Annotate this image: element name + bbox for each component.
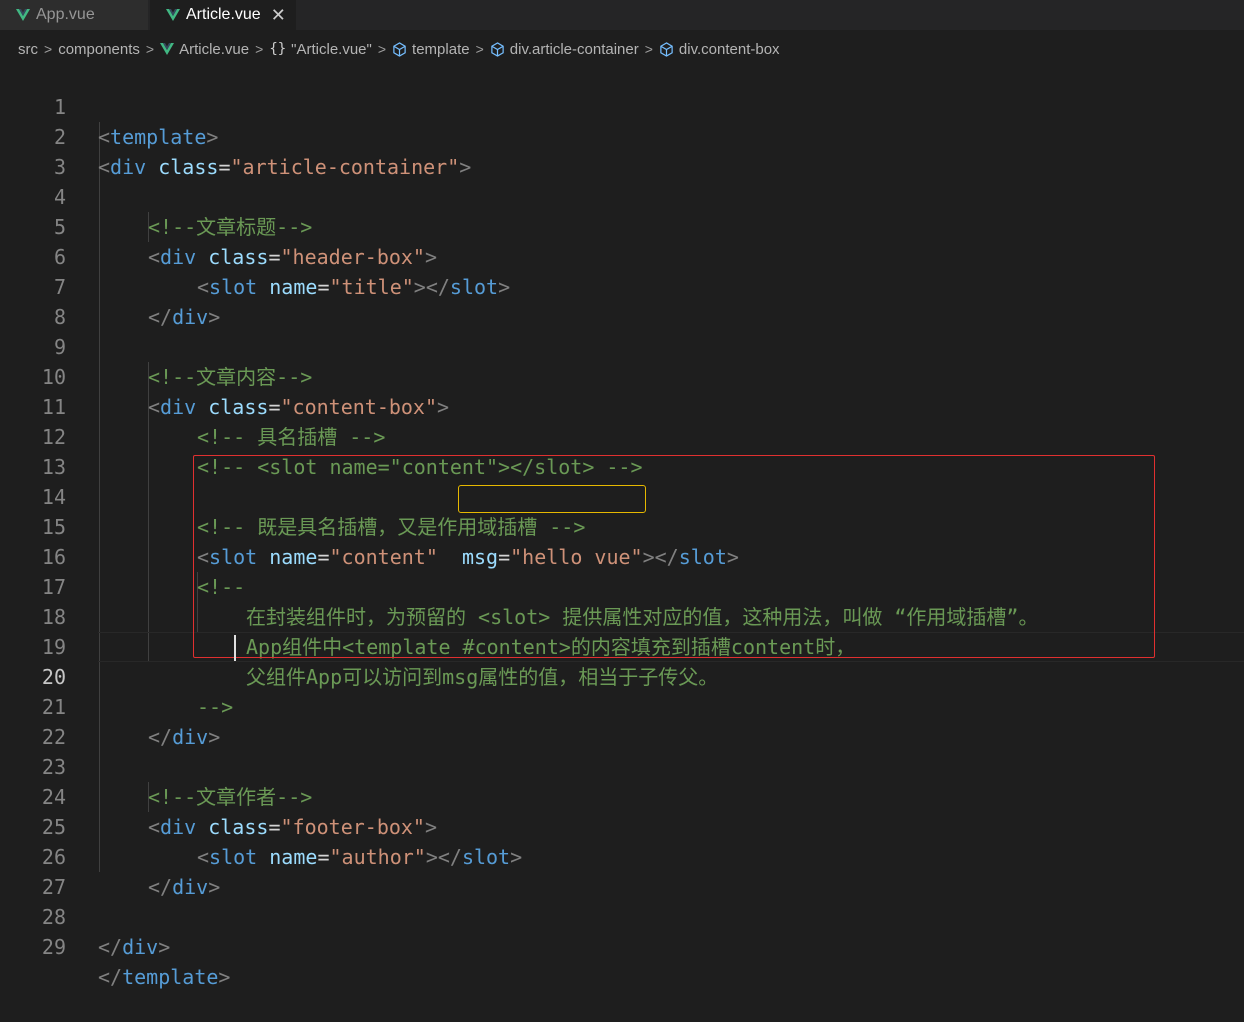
code-line: 10 <div class="content-box"> (0, 332, 1244, 419)
highlight-box-yellow (458, 485, 646, 513)
breadcrumb-item-components[interactable]: components (58, 41, 140, 58)
text-cursor (234, 635, 236, 661)
code-line: 6 <slot name="title"></slot> (0, 212, 1244, 299)
chevron-right-icon: > (475, 41, 484, 57)
code-line: 21 </div> (0, 662, 1244, 749)
breadcrumb: src > components > Article.vue > {} "Art… (0, 34, 1244, 64)
tab-label: App.vue (36, 6, 95, 23)
chevron-right-icon: > (44, 41, 53, 57)
chevron-right-icon: > (145, 41, 155, 57)
breadcrumb-item-article-container[interactable]: div.article-container (510, 41, 639, 58)
code-text: </div> (98, 935, 171, 959)
vue-icon (166, 8, 180, 22)
vue-icon (160, 42, 175, 56)
code-line: 2 <div class="article-container"> (0, 92, 1244, 179)
code-line: 27 (0, 842, 1244, 899)
breadcrumb-item-src[interactable]: src (18, 41, 38, 58)
code-line: 7 </div> (0, 242, 1244, 329)
code-line: 1 <template> (0, 62, 1244, 149)
chevron-right-icon: > (644, 41, 653, 57)
highlight-box-red (193, 455, 1155, 658)
breadcrumb-item-content-box[interactable]: div.content-box (679, 41, 780, 58)
code-line: 22 (0, 692, 1244, 749)
code-line: 9 <!--文章内容--> (0, 302, 1244, 389)
code-text: </template> (98, 965, 231, 989)
code-line: 29 </template> (0, 902, 1244, 989)
braces-icon: {} (269, 41, 287, 57)
breadcrumb-item-script[interactable]: "Article.vue" (291, 41, 372, 58)
code-line: 13 (0, 422, 1244, 479)
code-line: 5 <div class="header-box"> (0, 182, 1244, 269)
code-line: 8 (0, 272, 1244, 329)
breadcrumb-item-template[interactable]: template (412, 41, 470, 58)
vue-icon (16, 8, 30, 22)
code-line: 28 </div> (0, 872, 1244, 959)
cube-icon (392, 41, 407, 57)
close-icon[interactable]: ✕ (271, 6, 286, 24)
code-editor[interactable]: 1 <template> 2 <div class="article-conta… (0, 62, 1244, 989)
code-line: 3 (0, 122, 1244, 179)
chevron-right-icon: > (255, 41, 264, 57)
code-line: 26 </div> (0, 812, 1244, 899)
code-line: 25 <slot name="author"></slot> (0, 782, 1244, 869)
tab-app-vue[interactable]: App.vue (0, 0, 148, 30)
cube-icon (490, 41, 505, 57)
tab-label: Article.vue (186, 6, 261, 23)
code-line: 24 <div class="footer-box"> (0, 752, 1244, 839)
code-line: 11 <!-- 具名插槽 --> (0, 362, 1244, 449)
code-line: 4 <!--文章标题--> (0, 152, 1244, 239)
line-number: 29 (41, 935, 66, 959)
cube-icon (659, 41, 674, 57)
breadcrumb-item-file[interactable]: Article.vue (179, 41, 249, 58)
code-line: 23 <!--文章作者--> (0, 722, 1244, 809)
code-line: 12 <!-- <slot name="content"></slot> --> (0, 392, 1244, 479)
tab-article-vue[interactable]: Article.vue ✕ (150, 0, 296, 30)
tab-bar: App.vue Article.vue ✕ (0, 0, 1244, 30)
chevron-right-icon: > (377, 41, 387, 57)
